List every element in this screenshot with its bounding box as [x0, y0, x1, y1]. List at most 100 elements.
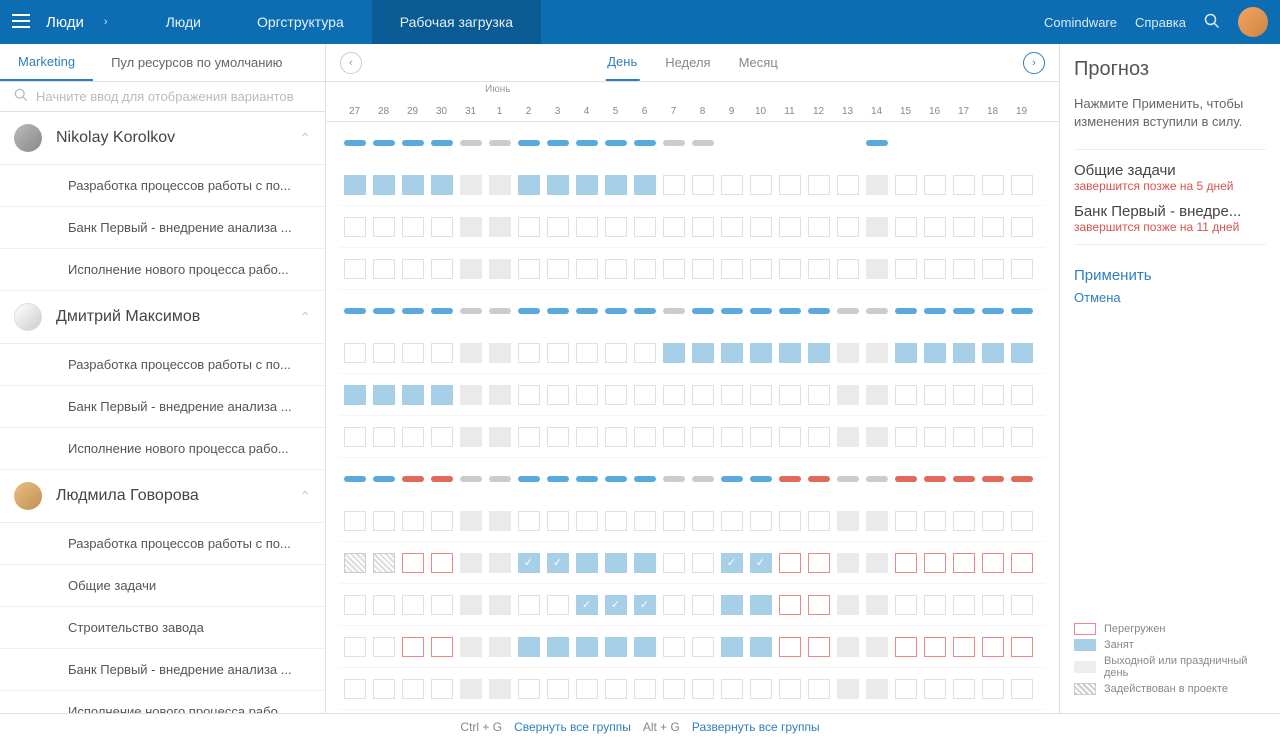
header-tab[interactable]: Рабочая загрузка: [372, 0, 541, 44]
timeline-cell[interactable]: [340, 595, 369, 615]
person-header[interactable]: Nikolay Korolkov ⌃: [0, 112, 325, 165]
timeline-cell[interactable]: [456, 217, 485, 237]
timeline-cell[interactable]: [369, 385, 398, 405]
timeline-cell[interactable]: [543, 133, 572, 153]
timeline-cell[interactable]: [833, 301, 862, 321]
timeline-cell[interactable]: [833, 469, 862, 489]
timeline-cell[interactable]: [862, 637, 891, 657]
timeline-cell[interactable]: [572, 637, 601, 657]
timeline-cell[interactable]: [717, 679, 746, 699]
task-row[interactable]: Общие задачи: [0, 565, 325, 607]
timeline-cell[interactable]: [543, 469, 572, 489]
timeline-cell[interactable]: [891, 553, 920, 573]
timeline-cell[interactable]: [514, 595, 543, 615]
timeline-cell[interactable]: [949, 133, 978, 153]
timeline-cell[interactable]: [978, 217, 1007, 237]
timeline-cell[interactable]: [659, 469, 688, 489]
timeline-cell[interactable]: [746, 511, 775, 531]
timeline-cell[interactable]: [949, 427, 978, 447]
timeline-cell[interactable]: [746, 259, 775, 279]
timeline-cell[interactable]: [862, 553, 891, 573]
timeline-cell[interactable]: [833, 133, 862, 153]
timeline-cell[interactable]: [514, 133, 543, 153]
timeline-cell[interactable]: [862, 301, 891, 321]
timeline-cell[interactable]: ✓: [630, 595, 659, 615]
timeline-cell[interactable]: [601, 217, 630, 237]
timeline-cell[interactable]: [630, 679, 659, 699]
timeline-cell[interactable]: [891, 343, 920, 363]
timeline-cell[interactable]: [775, 175, 804, 195]
timeline-cell[interactable]: [514, 343, 543, 363]
timeline-cell[interactable]: [398, 679, 427, 699]
timeline-cell[interactable]: [456, 343, 485, 363]
timeline-cell[interactable]: [369, 553, 398, 573]
timeline-cell[interactable]: [891, 427, 920, 447]
timeline-cell[interactable]: [1007, 427, 1036, 447]
timeline-cell[interactable]: [746, 595, 775, 615]
timeline-cell[interactable]: [543, 679, 572, 699]
timeline-cell[interactable]: [659, 553, 688, 573]
timeline-cell[interactable]: [572, 217, 601, 237]
timeline-cell[interactable]: [514, 175, 543, 195]
timeline-cell[interactable]: ✓: [572, 595, 601, 615]
timeline-cell[interactable]: [572, 469, 601, 489]
timeline-cell[interactable]: [775, 217, 804, 237]
timeline-cell[interactable]: [369, 175, 398, 195]
timeline-cell[interactable]: [717, 385, 746, 405]
timeline-cell[interactable]: [456, 133, 485, 153]
timeline-cell[interactable]: [891, 469, 920, 489]
timeline-cell[interactable]: [543, 385, 572, 405]
timeline-cell[interactable]: [485, 511, 514, 531]
expand-all-link[interactable]: Развернуть все группы: [692, 720, 820, 734]
timeline-cell[interactable]: [862, 511, 891, 531]
header-tab[interactable]: Люди: [138, 0, 229, 44]
timeline-cell[interactable]: [572, 385, 601, 405]
timeline-cell[interactable]: [891, 301, 920, 321]
timeline-cell[interactable]: [804, 259, 833, 279]
timeline-cell[interactable]: [630, 133, 659, 153]
timeline-cell[interactable]: [514, 259, 543, 279]
view-tab[interactable]: День: [605, 44, 639, 81]
timeline-cell[interactable]: [920, 427, 949, 447]
timeline-cell[interactable]: [746, 427, 775, 447]
timeline-cell[interactable]: [427, 637, 456, 657]
timeline-cell[interactable]: [746, 679, 775, 699]
timeline-cell[interactable]: [978, 133, 1007, 153]
timeline-cell[interactable]: [891, 259, 920, 279]
timeline-cell[interactable]: [1007, 259, 1036, 279]
timeline-cell[interactable]: [427, 511, 456, 531]
task-row[interactable]: Разработка процессов работы с по...: [0, 344, 325, 386]
task-row[interactable]: Банк Первый - внедрение анализа ...: [0, 207, 325, 249]
timeline-cell[interactable]: [659, 679, 688, 699]
timeline-cell[interactable]: [978, 385, 1007, 405]
timeline-cell[interactable]: [485, 637, 514, 657]
timeline-cell[interactable]: [369, 427, 398, 447]
timeline-cell[interactable]: [340, 511, 369, 531]
timeline-cell[interactable]: [891, 133, 920, 153]
task-row[interactable]: Банк Первый - внедрение анализа ...: [0, 386, 325, 428]
timeline-cell[interactable]: [485, 679, 514, 699]
timeline-cell[interactable]: [1007, 553, 1036, 573]
task-row[interactable]: Банк Первый - внедрение анализа ...: [0, 649, 325, 691]
timeline-cell[interactable]: [746, 469, 775, 489]
timeline-cell[interactable]: [804, 595, 833, 615]
timeline-cell[interactable]: [804, 175, 833, 195]
timeline-cell[interactable]: [543, 259, 572, 279]
timeline-cell[interactable]: [601, 553, 630, 573]
timeline-cell[interactable]: [978, 469, 1007, 489]
timeline-cell[interactable]: [340, 133, 369, 153]
timeline-cell[interactable]: [775, 343, 804, 363]
timeline-cell[interactable]: [601, 133, 630, 153]
timeline-cell[interactable]: [949, 175, 978, 195]
timeline-cell[interactable]: [369, 217, 398, 237]
timeline-cell[interactable]: [804, 637, 833, 657]
timeline-cell[interactable]: [630, 385, 659, 405]
timeline-cell[interactable]: [804, 217, 833, 237]
timeline-cell[interactable]: [456, 679, 485, 699]
timeline-cell[interactable]: [775, 637, 804, 657]
task-row[interactable]: Разработка процессов работы с по...: [0, 523, 325, 565]
forecast-item-title[interactable]: Банк Первый - внедре...: [1074, 203, 1266, 220]
timeline-cell[interactable]: [920, 133, 949, 153]
timeline-cell[interactable]: [572, 133, 601, 153]
timeline-cell[interactable]: [630, 637, 659, 657]
